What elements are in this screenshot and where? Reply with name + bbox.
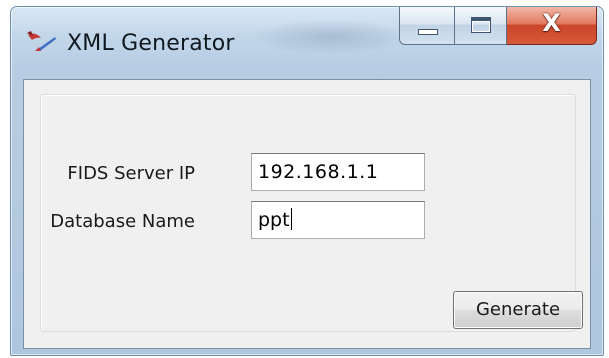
server-ip-input[interactable]: 192.168.1.1 (251, 153, 425, 191)
client-area: FIDS Server IP 192.168.1.1 Database Name… (23, 79, 591, 349)
server-ip-label: FIDS Server IP (67, 163, 195, 184)
title-bar-glass-background (251, 19, 411, 55)
server-ip-value: 192.168.1.1 (258, 161, 379, 183)
database-name-value: ppt (258, 209, 290, 231)
close-button[interactable]: X (507, 7, 597, 45)
app-window: XML Generator X FIDS Server IP 192.168.1… (10, 6, 604, 356)
quill-pen-icon (27, 31, 56, 51)
title-bar[interactable]: XML Generator X (11, 7, 603, 79)
form-group-box: FIDS Server IP 192.168.1.1 Database Name… (40, 94, 583, 332)
text-caret (290, 208, 292, 230)
generate-button[interactable]: Generate (453, 291, 583, 329)
minimize-button[interactable] (399, 7, 455, 45)
database-name-input[interactable]: ppt (251, 201, 425, 239)
maximize-icon (471, 17, 491, 33)
maximize-button[interactable] (455, 7, 507, 45)
caption-buttons: X (399, 7, 597, 53)
database-name-label: Database Name (50, 211, 195, 232)
close-icon: X (542, 9, 561, 37)
minimize-icon (418, 29, 438, 35)
window-title: XML Generator (67, 31, 235, 56)
